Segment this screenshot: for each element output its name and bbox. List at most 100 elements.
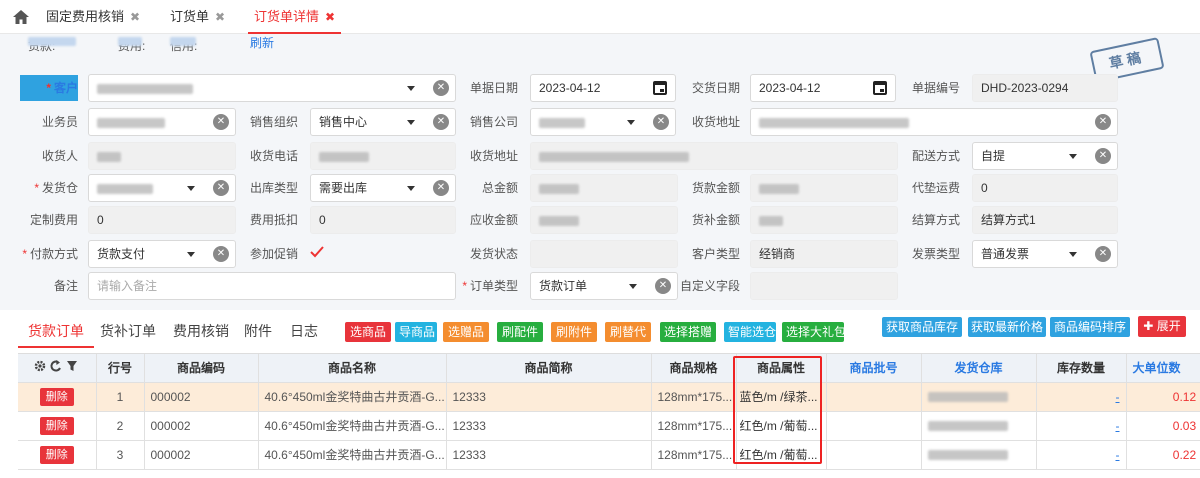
calendar-icon[interactable] — [873, 81, 887, 95]
col-attr[interactable]: 商品属性 — [736, 354, 827, 383]
filter-icon[interactable] — [66, 361, 77, 372]
promo-checkbox[interactable] — [310, 246, 324, 258]
credit-balance: 信用: — [170, 34, 197, 52]
refresh-attachments-button[interactable]: 刷附件 — [551, 322, 597, 342]
clear-icon[interactable]: ✕ — [433, 80, 449, 96]
warehouse-select[interactable]: ✕ — [88, 174, 236, 202]
chevron-down-icon — [1069, 252, 1077, 257]
gear-icon[interactable] — [34, 361, 45, 372]
out-type-select[interactable]: 需要出库 ✕ — [310, 174, 456, 202]
ship-status-label: 发货状态 — [469, 247, 518, 261]
deliver-date-field[interactable]: 2023-04-12 — [750, 74, 896, 102]
cell-warehouse[interactable] — [921, 382, 1037, 412]
expand-label: 展开 — [1156, 319, 1181, 333]
fetch-price-button[interactable]: 获取最新价格 — [968, 317, 1046, 337]
expand-button[interactable]: ✚ 展开 — [1138, 316, 1186, 337]
goods-balance: 货款: — [28, 34, 76, 52]
sort-code-button[interactable]: 商品编码排序 — [1050, 317, 1130, 337]
import-goods-button[interactable]: 导商品 — [395, 322, 437, 342]
invoice-type-select[interactable]: 普通发票 ✕ — [972, 240, 1118, 268]
cell-spec: 128mm*175... — [651, 382, 737, 412]
fetch-stock-button[interactable]: 获取商品库存 — [882, 317, 962, 337]
cell-warehouse[interactable] — [921, 440, 1037, 470]
cust-type-field: 经销商 — [750, 240, 898, 268]
clear-icon[interactable]: ✕ — [1095, 114, 1111, 130]
cell-batch[interactable] — [826, 440, 922, 470]
customer-select[interactable]: ✕ — [88, 74, 456, 102]
col-big-unit[interactable]: 大单位数 — [1126, 354, 1200, 383]
doc-date-field[interactable]: 2023-04-12 — [530, 74, 676, 102]
tab-supplement-order[interactable]: 货补订单 — [100, 318, 156, 348]
clear-icon[interactable]: ✕ — [213, 114, 229, 130]
delete-button[interactable]: 删除 — [39, 445, 74, 464]
col-batch[interactable]: 商品批号 — [826, 354, 922, 383]
select-goods-button[interactable]: 选商品 — [345, 322, 391, 342]
col-spec[interactable]: 商品规格 — [651, 354, 737, 383]
col-code[interactable]: 商品编码 — [144, 354, 259, 383]
smart-warehouse-button[interactable]: 智能选仓 — [724, 322, 776, 342]
delivery-method-select[interactable]: 自提 ✕ — [972, 142, 1118, 170]
delete-button[interactable]: 删除 — [39, 387, 74, 406]
tab-order-detail[interactable]: 订货单详情 ✖ — [248, 0, 342, 34]
clear-icon[interactable]: ✕ — [1095, 246, 1111, 262]
table-row[interactable]: 删除 3 000002 40.6°450ml金奖特曲古井贡酒-G... 1233… — [18, 440, 1200, 470]
tab-log[interactable]: 日志 — [290, 318, 318, 348]
tab-order-list[interactable]: 订货单 ✖ — [170, 0, 225, 34]
table-row[interactable]: 删除 1 000002 40.6°450ml金奖特曲古井贡酒-G... 1233… — [18, 382, 1200, 412]
select-bundle-gift-button[interactable]: 选择搭赠 — [660, 322, 716, 342]
pay-method-select[interactable]: 货款支付 ✕ — [88, 240, 236, 268]
cell-stock[interactable]: - — [1116, 390, 1120, 404]
close-icon[interactable]: ✖ — [130, 10, 140, 24]
home-icon[interactable] — [12, 8, 30, 26]
cell-batch[interactable] — [826, 382, 922, 412]
select-gift-pack-button[interactable]: 选择大礼包 — [782, 322, 846, 342]
clear-icon[interactable]: ✕ — [653, 114, 669, 130]
delete-button[interactable]: 删除 — [39, 416, 74, 435]
cell-code: 000002 — [144, 411, 259, 441]
clear-icon[interactable]: ✕ — [655, 278, 671, 294]
col-name[interactable]: 商品名称 — [258, 354, 447, 383]
col-short[interactable]: 商品简称 — [446, 354, 652, 383]
cell-batch[interactable] — [826, 411, 922, 441]
cell-warehouse[interactable] — [921, 411, 1037, 441]
sales-company-select[interactable]: ✕ — [530, 108, 676, 136]
cell-short: 12333 — [446, 382, 652, 412]
order-type-select[interactable]: 货款订单 ✕ — [530, 272, 678, 300]
refresh-icon[interactable] — [50, 360, 61, 372]
table-row[interactable]: 删除 2 000002 40.6°450ml金奖特曲古井贡酒-G... 1233… — [18, 411, 1200, 441]
clear-icon[interactable]: ✕ — [1095, 148, 1111, 164]
tab-label: 订货单 — [170, 9, 210, 24]
salesman-select[interactable]: ✕ — [88, 108, 236, 136]
calendar-icon[interactable] — [653, 81, 667, 95]
col-line-no[interactable]: 行号 — [96, 354, 145, 383]
col-warehouse[interactable]: 发货仓库 — [921, 354, 1037, 383]
promo-label: 参加促销 — [249, 247, 298, 261]
refresh-substitutes-button[interactable]: 刷替代 — [605, 322, 651, 342]
cell-code: 000002 — [144, 382, 259, 412]
sales-org-select[interactable]: 销售中心 ✕ — [310, 108, 456, 136]
close-icon[interactable]: ✖ — [325, 10, 335, 24]
cell-big-unit: 0.03 箱 — [1126, 411, 1200, 441]
refresh-link[interactable]: 刷新 — [250, 34, 274, 51]
remark-input[interactable]: 请输入备注 — [88, 272, 456, 300]
order-lines-table: 行号 商品编码 商品名称 商品简称 商品规格 商品属性 商品批号 发货仓库 库存… — [18, 353, 1200, 478]
col-stock[interactable]: 库存数量 — [1036, 354, 1127, 383]
tab-attachments[interactable]: 附件 — [244, 318, 272, 348]
close-icon[interactable]: ✖ — [215, 10, 225, 24]
ship-address-select[interactable]: ✕ — [750, 108, 1118, 136]
sales-company-label: 销售公司 — [469, 115, 518, 129]
cell-stock[interactable]: - — [1116, 419, 1120, 433]
ship-address-label: 收货地址 — [691, 115, 740, 129]
refresh-accessories-button[interactable]: 刷配件 — [497, 322, 543, 342]
tab-fee-writeoff[interactable]: 费用核销 — [173, 318, 229, 348]
tab-goods-order[interactable]: 货款订单 — [18, 318, 94, 348]
cell-stock[interactable]: - — [1116, 448, 1120, 462]
clear-icon[interactable]: ✕ — [213, 180, 229, 196]
clear-icon[interactable]: ✕ — [433, 114, 449, 130]
select-gift-button[interactable]: 选赠品 — [443, 322, 489, 342]
chevron-down-icon — [627, 120, 635, 125]
clear-icon[interactable]: ✕ — [433, 180, 449, 196]
clear-icon[interactable]: ✕ — [213, 246, 229, 262]
fee-offset-field: 0 — [310, 206, 456, 234]
tab-fixed-fee[interactable]: 固定费用核销 ✖ — [46, 0, 140, 34]
